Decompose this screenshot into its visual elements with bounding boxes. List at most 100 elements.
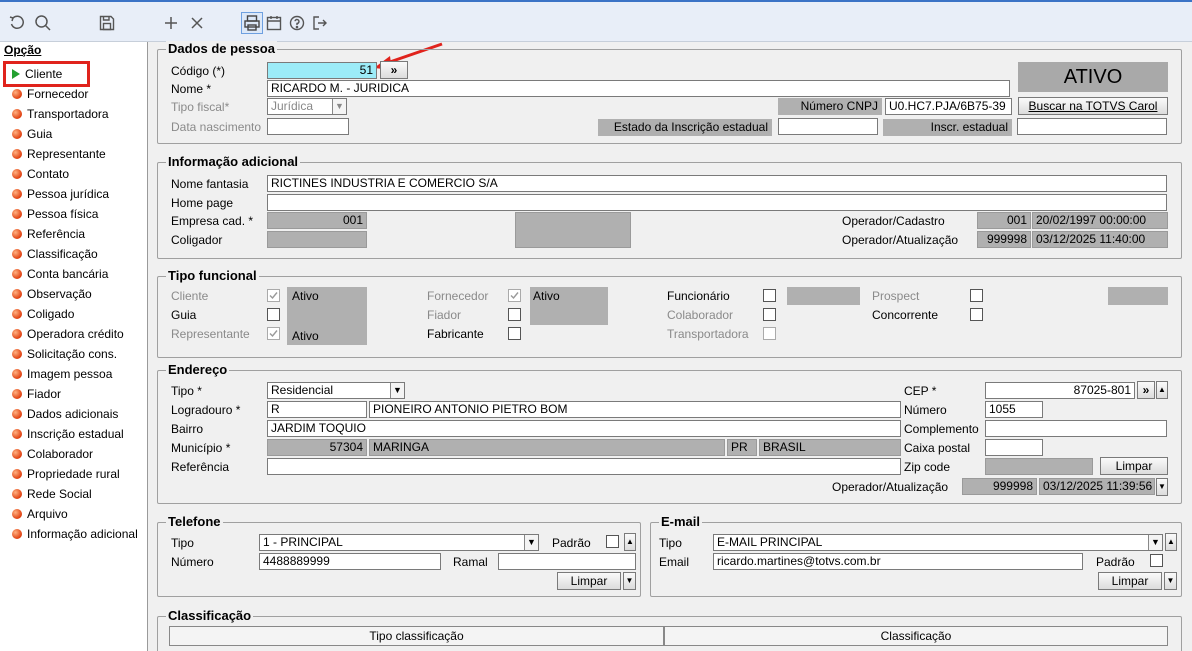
sidebar-item-fiador[interactable]: Fiador bbox=[12, 384, 61, 404]
sidebar-item-guia[interactable]: Guia bbox=[12, 124, 52, 144]
referencia-field[interactable] bbox=[267, 458, 901, 475]
data-nasc-field[interactable] bbox=[267, 118, 349, 135]
logradouro-field[interactable]: PIONEIRO ANTONIO PIETRO BOM bbox=[369, 401, 901, 418]
sidebar-item-inscri-o-estadual[interactable]: Inscrição estadual bbox=[12, 424, 124, 444]
calendar-icon[interactable] bbox=[263, 12, 285, 34]
buscar-totvs-button[interactable]: Buscar na TOTVS Carol bbox=[1018, 97, 1168, 115]
add-icon[interactable] bbox=[160, 12, 182, 34]
bullet-icon bbox=[12, 89, 22, 99]
search-icon[interactable] bbox=[32, 12, 54, 34]
empresa-label: Empresa cad. * bbox=[171, 214, 254, 228]
data-nasc-label: Data nascimento bbox=[171, 120, 262, 134]
coligador-field[interactable] bbox=[267, 231, 367, 248]
save-icon[interactable] bbox=[96, 12, 118, 34]
scroll-up-icon[interactable]: ▲ bbox=[1156, 381, 1168, 399]
sidebar-item-classifica-o[interactable]: Classificação bbox=[12, 244, 98, 264]
email-tipo-select[interactable]: E-MAIL PRINCIPAL ▼ bbox=[713, 534, 1163, 551]
tel-scroll-up-icon[interactable]: ▲ bbox=[624, 533, 636, 551]
guia-checkbox[interactable] bbox=[267, 308, 280, 321]
bullet-icon bbox=[12, 389, 22, 399]
sidebar-item-fornecedor[interactable]: Fornecedor bbox=[12, 84, 88, 104]
caixa-postal-field[interactable] bbox=[985, 439, 1043, 456]
tipo-endereco-select[interactable]: Residencial ▼ bbox=[267, 382, 405, 399]
sidebar-item-imagem-pessoa[interactable]: Imagem pessoa bbox=[12, 364, 112, 384]
sidebar-item-transportadora[interactable]: Transportadora bbox=[12, 104, 109, 124]
scroll-down-icon[interactable]: ▼ bbox=[1156, 478, 1168, 496]
undo-icon[interactable] bbox=[6, 12, 28, 34]
sidebar-item-refer-ncia[interactable]: Referência bbox=[12, 224, 85, 244]
sidebar-item-observa-o[interactable]: Observação bbox=[12, 284, 92, 304]
sidebar-item-coligado[interactable]: Coligado bbox=[12, 304, 74, 324]
prospect-panel bbox=[1108, 287, 1168, 305]
sidebar-item-contato[interactable]: Contato bbox=[12, 164, 69, 184]
sidebar-item-pessoa-jur-dica[interactable]: Pessoa jurídica bbox=[12, 184, 109, 204]
col-classificacao[interactable]: Classificação bbox=[664, 626, 1168, 646]
representante-checkbox[interactable] bbox=[267, 327, 280, 340]
sidebar-item-colaborador[interactable]: Colaborador bbox=[12, 444, 93, 464]
estado-ie-field[interactable] bbox=[778, 118, 878, 135]
empresa-field[interactable]: 001 bbox=[267, 212, 367, 229]
sidebar-item-arquivo[interactable]: Arquivo bbox=[12, 504, 68, 524]
tel-scroll-down-icon[interactable]: ▼ bbox=[623, 572, 636, 590]
cliente-checkbox[interactable] bbox=[267, 289, 280, 302]
sidebar-item-label: Fornecedor bbox=[27, 87, 89, 101]
email-limpar-button[interactable]: Limpar bbox=[1098, 572, 1162, 590]
transportadora-checkbox[interactable] bbox=[763, 327, 776, 340]
sidebar-item-solicita-o-cons-[interactable]: Solicitação cons. bbox=[12, 344, 117, 364]
funcionario-checkbox[interactable] bbox=[763, 289, 776, 302]
op-cad-label: Operador/Cadastro bbox=[842, 214, 945, 228]
uf-field: PR bbox=[727, 439, 757, 456]
logradouro-tipo-field[interactable]: R bbox=[267, 401, 367, 418]
sidebar-item-representante[interactable]: Representante bbox=[12, 144, 106, 164]
fiador-checkbox[interactable] bbox=[508, 308, 521, 321]
sidebar-item-cliente[interactable]: Cliente bbox=[12, 64, 62, 84]
tel-limpar-button[interactable]: Limpar bbox=[557, 572, 621, 590]
municipio-code[interactable]: 57304 bbox=[267, 439, 367, 456]
email-padrao-checkbox[interactable] bbox=[1150, 554, 1163, 567]
fabricante-checkbox[interactable] bbox=[508, 327, 521, 340]
zip-field[interactable] bbox=[985, 458, 1093, 475]
email-scroll-up-icon[interactable]: ▲ bbox=[1165, 533, 1177, 551]
tel-numero-field[interactable]: 4488889999 bbox=[259, 553, 441, 570]
sidebar-item-dados-adicionais[interactable]: Dados adicionais bbox=[12, 404, 118, 424]
help-icon[interactable] bbox=[286, 12, 308, 34]
sidebar-item-operadora-cr-dito[interactable]: Operadora crédito bbox=[12, 324, 124, 344]
col-tipo-classificacao[interactable]: Tipo classificação bbox=[169, 626, 664, 646]
exit-icon[interactable] bbox=[309, 12, 331, 34]
concorrente-checkbox[interactable] bbox=[970, 308, 983, 321]
complemento-field[interactable] bbox=[985, 420, 1167, 437]
home-page-field[interactable] bbox=[267, 194, 1167, 211]
tel-padrao-checkbox[interactable] bbox=[606, 535, 619, 548]
cep-field[interactable]: 87025-801 bbox=[985, 382, 1135, 399]
bullet-icon bbox=[12, 529, 22, 539]
op-atu-code: 999998 bbox=[977, 231, 1031, 248]
inscr-estadual-field[interactable] bbox=[1017, 118, 1167, 135]
numero-end-field[interactable]: 1055 bbox=[985, 401, 1043, 418]
funcionario-label: Funcionário bbox=[667, 289, 730, 303]
sidebar-item-pessoa-f-sica[interactable]: Pessoa física bbox=[12, 204, 98, 224]
email-scroll-down-icon[interactable]: ▼ bbox=[1164, 572, 1177, 590]
tel-ramal-field[interactable] bbox=[498, 553, 636, 570]
cnpj-field[interactable]: U0.HC7.PJA/6B75-39 bbox=[885, 98, 1012, 115]
email-field[interactable]: ricardo.martines@totvs.com.br bbox=[713, 553, 1083, 570]
cep-lookup-button[interactable]: » bbox=[1137, 381, 1155, 399]
caixa-postal-label: Caixa postal bbox=[904, 441, 971, 455]
nome-field[interactable]: RICARDO M. - JURIDICA bbox=[267, 80, 1010, 97]
tel-tipo-select[interactable]: 1 - PRINCIPAL ▼ bbox=[259, 534, 539, 551]
fornecedor-checkbox[interactable] bbox=[508, 289, 521, 302]
bullet-icon bbox=[12, 489, 22, 499]
colaborador-checkbox[interactable] bbox=[763, 308, 776, 321]
print-icon[interactable] bbox=[241, 12, 263, 34]
sidebar-item-informa-o-adicional[interactable]: Informação adicional bbox=[12, 524, 138, 544]
sidebar-item-rede-social[interactable]: Rede Social bbox=[12, 484, 92, 504]
sidebar-item-propriedade-rural[interactable]: Propriedade rural bbox=[12, 464, 120, 484]
codigo-lookup-button[interactable]: » bbox=[380, 61, 408, 79]
bairro-field[interactable]: JARDIM TOQUIO bbox=[267, 420, 901, 437]
endereco-limpar-button[interactable]: Limpar bbox=[1100, 457, 1168, 475]
nome-fantasia-field[interactable]: RICTINES INDUSTRIA E COMERCIO S/A bbox=[267, 175, 1167, 192]
tipo-fiscal-select[interactable]: Jurídica ▼ bbox=[267, 98, 347, 115]
close-icon[interactable] bbox=[186, 12, 208, 34]
prospect-checkbox[interactable] bbox=[970, 289, 983, 302]
codigo-field[interactable]: 51 bbox=[267, 62, 377, 79]
sidebar-item-conta-banc-ria[interactable]: Conta bancária bbox=[12, 264, 108, 284]
